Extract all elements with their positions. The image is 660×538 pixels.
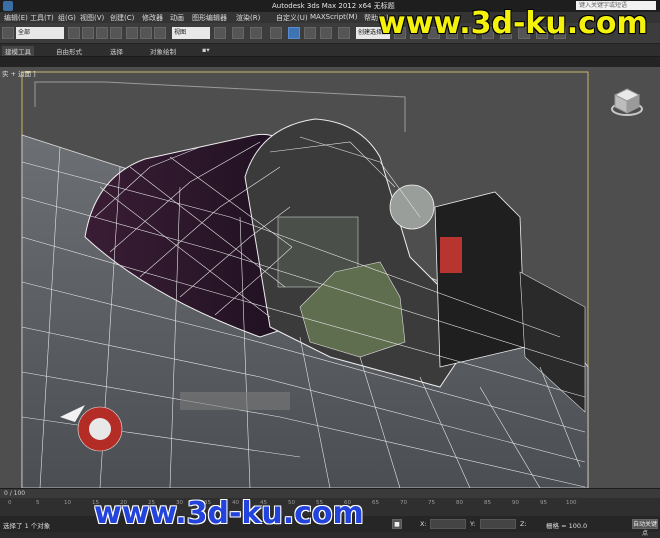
menu-graph-editors[interactable]: 图形编辑器 [192, 13, 227, 23]
menu-modifiers[interactable]: 修改器 [142, 13, 163, 23]
watermark-top: www.3d-ku.com [378, 6, 648, 41]
roundel-center [89, 418, 111, 440]
y-label: Y: [470, 520, 476, 528]
trackbar-tick: 85 [484, 500, 491, 506]
select-by-name-icon[interactable] [82, 27, 94, 39]
window-crossing-icon[interactable] [110, 27, 122, 39]
snap-toggle-icon[interactable] [270, 27, 282, 39]
percent-snap-icon[interactable] [304, 27, 316, 39]
pivot-center-icon[interactable] [214, 27, 226, 39]
z-label: Z: [520, 520, 527, 528]
reference-coord-dropdown[interactable]: 视图 [172, 27, 210, 39]
window-title: Autodesk 3ds Max 2012 x64 无标题 [272, 2, 395, 10]
tab-modeling[interactable]: 建模工具 [2, 46, 34, 56]
trackbar-tick: 70 [400, 500, 407, 506]
undo-icon[interactable] [2, 27, 14, 39]
grid-size-text: 栅格 = 100.0 [546, 522, 588, 530]
select-manipulate-icon[interactable] [232, 27, 244, 39]
perspective-viewport[interactable]: 实 + 边面 ] [0, 67, 660, 488]
trackbar-tick: 5 [36, 500, 40, 506]
trackbar-tick: 90 [512, 500, 519, 506]
select-object-icon[interactable] [68, 27, 80, 39]
ribbon-collapsed-bar [0, 57, 660, 67]
menu-tools[interactable]: 工具(T) [30, 13, 54, 23]
y-coordinate-field[interactable] [480, 519, 516, 529]
rect-selection-icon[interactable] [96, 27, 108, 39]
menu-animation[interactable]: 动画 [170, 13, 184, 23]
trackbar-tick: 100 [566, 500, 577, 506]
selection-filter-dropdown[interactable]: 全部 [16, 27, 64, 39]
menu-edit[interactable]: 编辑(E) [4, 13, 28, 23]
menu-customize[interactable]: 自定义(U) [276, 13, 308, 23]
selection-status: 选择了 1 个对象 [3, 522, 51, 530]
menu-maxscript[interactable]: MAXScript(M) [310, 13, 357, 21]
spinner-snap-icon[interactable] [320, 27, 332, 39]
viewport-label[interactable]: 实 + 边面 ] [2, 68, 36, 78]
trackbar-tick: 80 [456, 500, 463, 506]
trackbar-tick: 0 [8, 500, 12, 506]
trackbar-tick: 10 [64, 500, 71, 506]
seat-marking [440, 237, 462, 273]
bounding-box-lines [34, 81, 406, 132]
tab-object-paint[interactable]: 对象绘制 [150, 46, 176, 56]
viewcube-icon[interactable] [610, 85, 644, 119]
app-menu-icon[interactable] [3, 1, 13, 11]
x-label: X: [420, 520, 427, 528]
menu-group[interactable]: 组(G) [58, 13, 76, 23]
menu-rendering[interactable]: 渲染(R) [236, 13, 260, 23]
edit-named-selection-icon[interactable] [338, 27, 350, 39]
menu-view[interactable]: 视图(V) [80, 13, 104, 23]
scale-icon[interactable] [154, 27, 166, 39]
menu-create[interactable]: 创建(C) [110, 13, 134, 23]
ribbon-tabs: 建模工具 自由形式 选择 对象绘制 ▪▾ [0, 44, 660, 57]
rotate-icon[interactable] [140, 27, 152, 39]
tab-selection[interactable]: 选择 [110, 46, 123, 56]
side-stencil [180, 392, 290, 410]
ejection-seat [434, 191, 526, 368]
trackbar-tick: 75 [428, 500, 435, 506]
pilot-helmet [389, 184, 435, 230]
frame-display: 0 / 100 [4, 490, 26, 497]
watermark-bottom: www.3d-ku.com [94, 496, 364, 531]
lock-selection-icon[interactable]: ■ [392, 519, 402, 529]
tab-freeform[interactable]: 自由形式 [56, 46, 82, 56]
angle-snap-icon[interactable] [288, 27, 300, 39]
cockpit-wireframe-render [21, 71, 589, 488]
auto-key-button[interactable]: 自动关键点 [632, 519, 658, 537]
ribbon-options-icon[interactable]: ▪▾ [202, 46, 210, 54]
x-coordinate-field[interactable] [430, 519, 466, 529]
trackbar-tick: 65 [372, 500, 379, 506]
move-icon[interactable] [126, 27, 138, 39]
keyboard-shortcut-icon[interactable] [250, 27, 262, 39]
trackbar-tick: 95 [540, 500, 547, 506]
